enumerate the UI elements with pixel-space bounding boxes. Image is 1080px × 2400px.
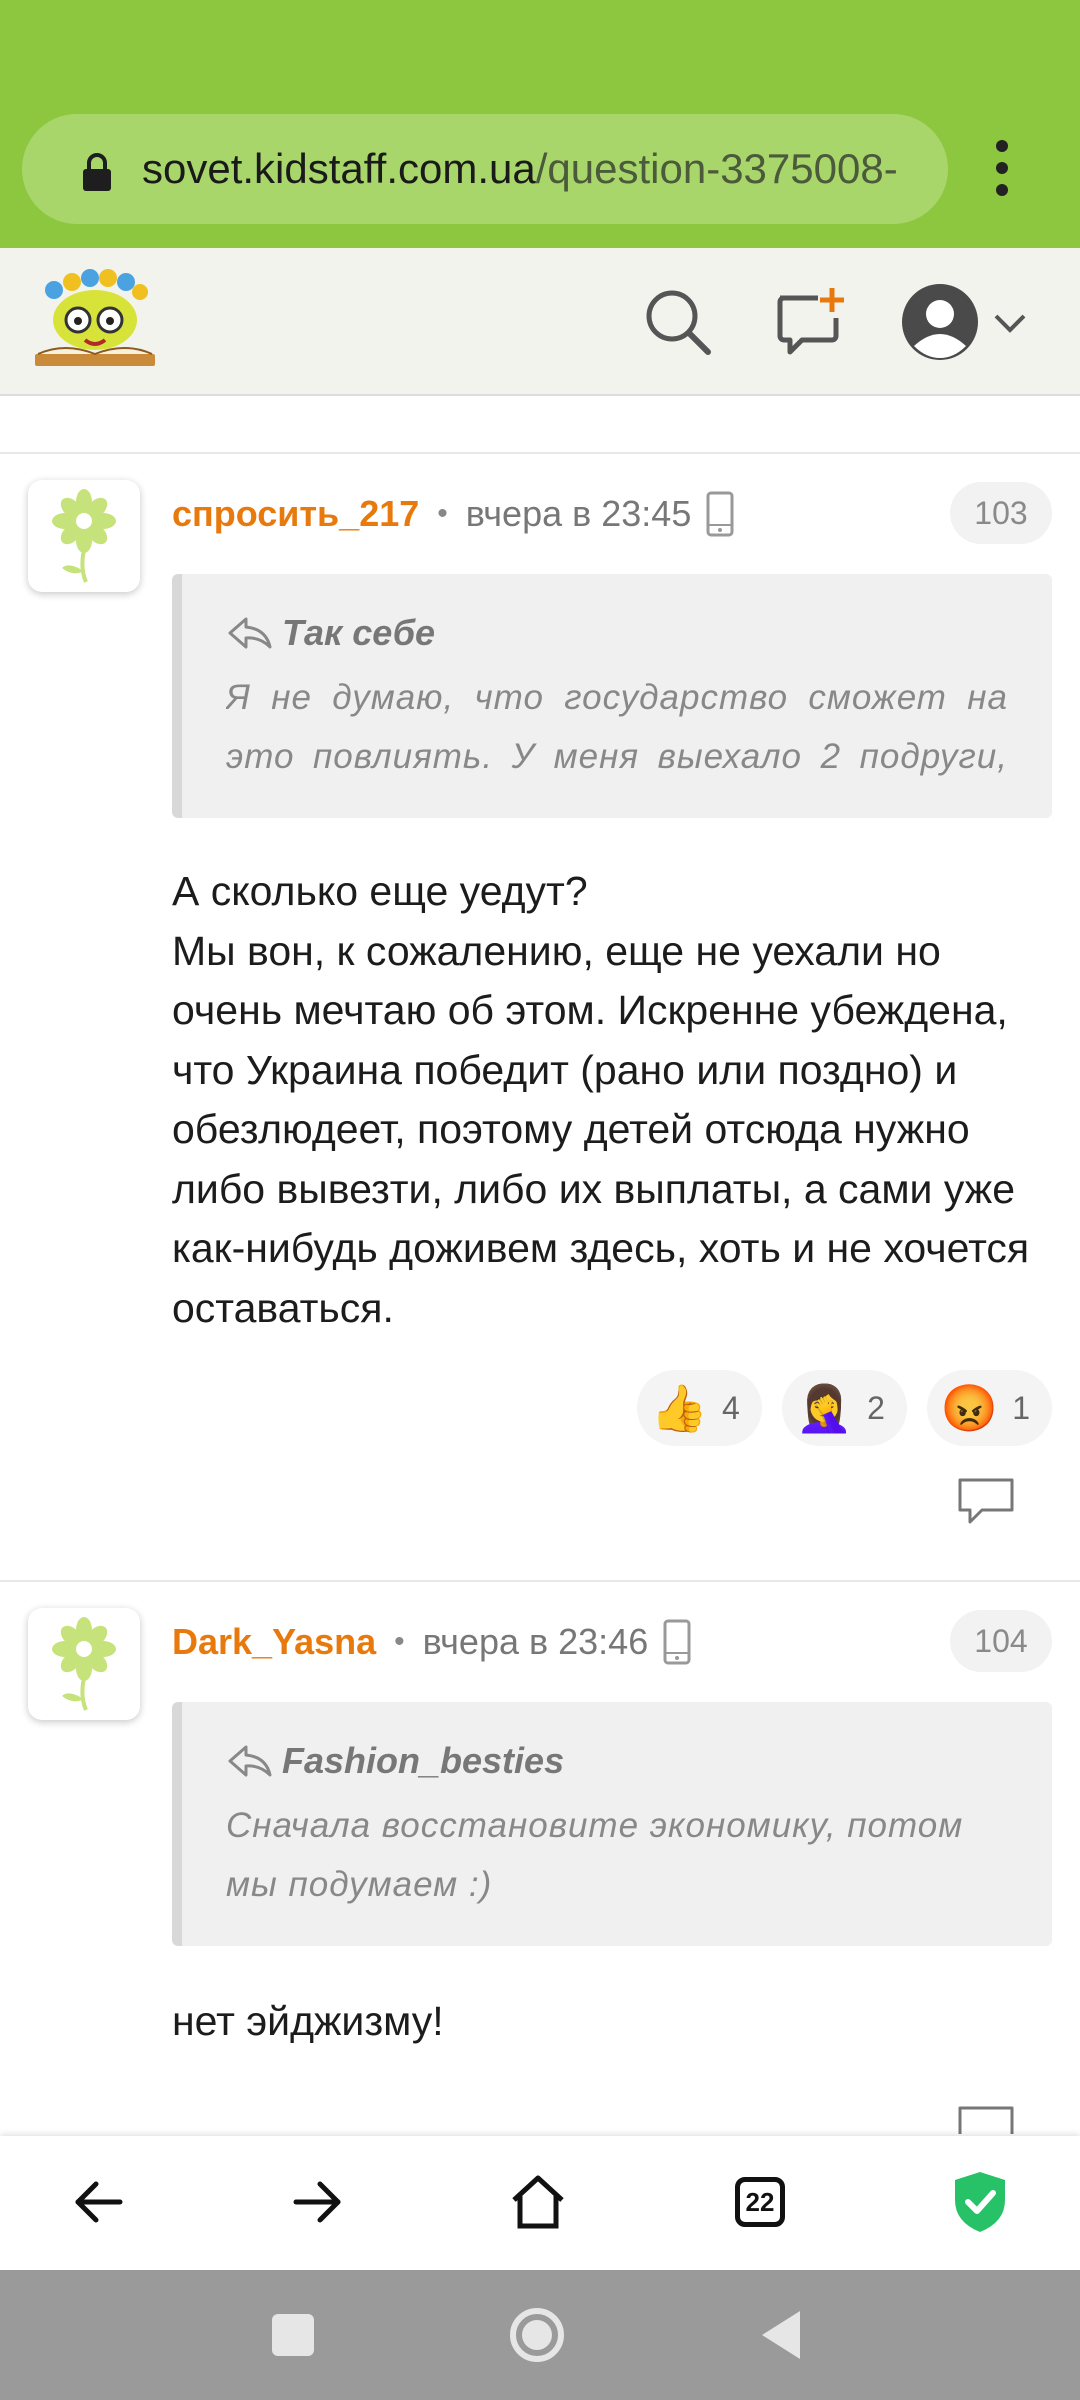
divider xyxy=(0,1580,1080,1582)
reaction-count: 1 xyxy=(1012,1389,1030,1426)
circle-icon xyxy=(510,2308,564,2362)
system-navigation-bar xyxy=(0,2270,1080,2400)
system-home-button[interactable] xyxy=(506,2304,568,2366)
url-text: sovet.kidstaff.com.ua/question-3375008- xyxy=(142,114,942,224)
chevron-down-icon[interactable] xyxy=(990,304,1030,344)
arrow-left-icon xyxy=(75,2181,123,2223)
quote-author: Fashion_besties xyxy=(282,1740,565,1781)
quote-text: Сначала восстановите экономику, потом мы… xyxy=(226,1806,964,1904)
flower-icon xyxy=(52,489,116,583)
angry-face-icon: 😡 xyxy=(940,1381,999,1434)
reaction-angry[interactable]: 😡 1 xyxy=(926,1370,1052,1446)
reply-comment-icon[interactable] xyxy=(956,2104,1016,2134)
reaction-count: 4 xyxy=(722,1389,740,1426)
reaction-facepalm[interactable]: 🤦‍♀️ 2 xyxy=(781,1370,907,1446)
avatar[interactable] xyxy=(900,282,980,362)
quote-text: Я не думаю, что государство сможет на эт… xyxy=(226,678,1008,776)
comment-text: А сколько еще уедут? Мы вон, к сожалению… xyxy=(172,868,1030,1331)
url-path: /question-3375008- xyxy=(535,145,898,192)
back-button[interactable] xyxy=(60,2164,136,2240)
reaction-count: 2 xyxy=(867,1389,885,1426)
system-back-button[interactable] xyxy=(750,2304,812,2366)
tabs-button[interactable]: 22 xyxy=(722,2164,798,2240)
comment-number-badge[interactable]: 104 xyxy=(950,1610,1052,1672)
square-icon xyxy=(272,2314,314,2356)
flower-icon xyxy=(52,1617,116,1711)
recents-button[interactable] xyxy=(262,2304,324,2366)
meta-dot: • xyxy=(394,1625,405,1658)
divider xyxy=(0,452,1080,454)
reply-comment-icon[interactable] xyxy=(956,1476,1016,1526)
mobile-icon xyxy=(706,491,734,537)
site-logo[interactable] xyxy=(30,268,160,378)
comment-time[interactable]: вчера в 23:46 xyxy=(423,1621,649,1663)
mobile-icon xyxy=(663,1619,691,1665)
thumbs-up-icon: 👍 xyxy=(650,1381,709,1434)
arrow-right-icon xyxy=(293,2181,341,2223)
comment-time[interactable]: вчера в 23:45 xyxy=(466,493,692,535)
home-icon xyxy=(512,2175,564,2229)
tabs-count: 22 xyxy=(735,2177,785,2227)
comment-meta: Dark_Yasna • вчера в 23:46 xyxy=(172,1612,692,1672)
comment-avatar[interactable] xyxy=(28,480,140,592)
site-header xyxy=(0,248,1080,396)
reaction-thumbs-up[interactable]: 👍 4 xyxy=(636,1370,762,1446)
reactions-bar: 👍 4 🤦‍♀️ 2 😡 1 xyxy=(636,1370,1052,1446)
comment-meta: спросить_217 • вчера в 23:45 xyxy=(172,484,735,544)
comment-username[interactable]: Dark_Yasna xyxy=(172,1621,376,1663)
forward-button[interactable] xyxy=(280,2164,356,2240)
more-menu-icon[interactable] xyxy=(990,140,1014,200)
security-button[interactable] xyxy=(942,2164,1018,2240)
meta-dot: • xyxy=(437,497,448,530)
comments-list: спросить_217 • вчера в 23:45 103 Так себ… xyxy=(0,398,1080,2134)
comment-avatar[interactable] xyxy=(28,1608,140,1720)
quote-block[interactable]: Fashion_besties Сначала восстановите эко… xyxy=(172,1702,1052,1946)
browser-toolbar: sovet.kidstaff.com.ua/question-3375008- xyxy=(0,0,1080,248)
search-icon[interactable] xyxy=(640,284,716,360)
browser-bottom-bar: 22 xyxy=(0,2136,1080,2270)
quote-author: Так себе xyxy=(282,612,436,653)
reply-arrow-icon xyxy=(228,1745,272,1777)
facepalm-icon: 🤦‍♀️ xyxy=(795,1381,854,1434)
address-bar[interactable]: sovet.kidstaff.com.ua/question-3375008- xyxy=(22,114,948,224)
triangle-back-icon xyxy=(762,2311,800,2359)
reply-arrow-icon xyxy=(228,617,272,649)
home-button[interactable] xyxy=(500,2164,576,2240)
shield-check-icon xyxy=(955,2172,1005,2232)
new-question-icon[interactable] xyxy=(772,284,848,360)
comment-text: нет эйджизму! xyxy=(172,1998,444,2044)
lock-icon xyxy=(83,153,111,191)
comment-number-badge[interactable]: 103 xyxy=(950,482,1052,544)
comment-username[interactable]: спросить_217 xyxy=(172,493,419,535)
url-domain: sovet.kidstaff.com.ua xyxy=(142,145,536,192)
quote-block[interactable]: Так себе Я не думаю, что государство смо… xyxy=(172,574,1052,818)
